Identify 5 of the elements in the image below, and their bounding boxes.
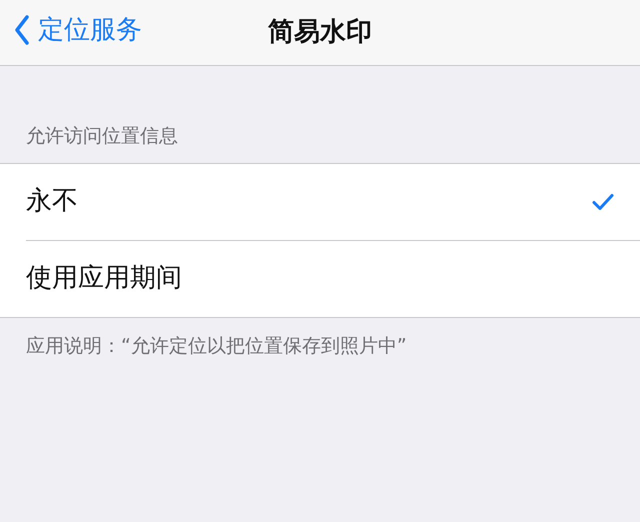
section-header: 允许访问位置信息	[25, 124, 179, 149]
back-chevron-icon	[14, 15, 30, 45]
page-title: 简易水印	[268, 16, 372, 49]
section-footer: 应用说明：“允许定位以把位置保存到照片中”	[0, 318, 640, 374]
back-button[interactable]: 定位服务	[0, 0, 142, 60]
